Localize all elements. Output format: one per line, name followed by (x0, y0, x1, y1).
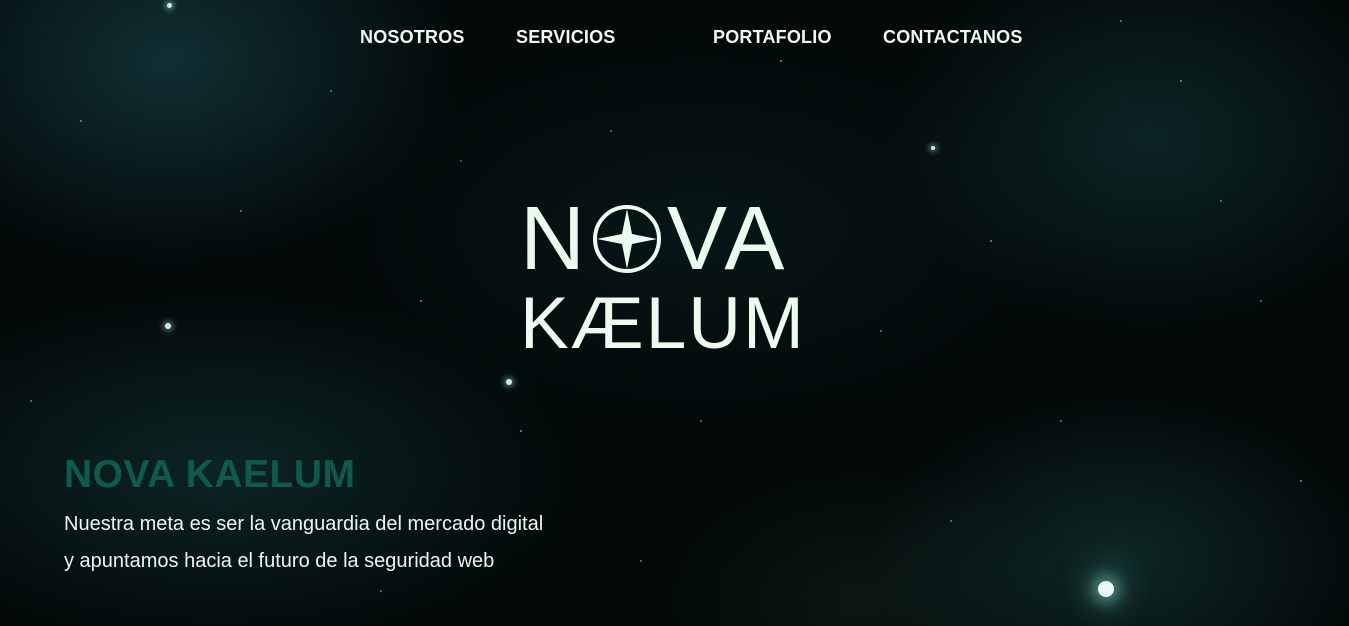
star (950, 520, 952, 522)
star (460, 160, 462, 162)
star (610, 130, 612, 132)
nav-link-portafolio[interactable]: PORTAFOLIO (713, 24, 832, 50)
logo-letter-n: N (520, 189, 589, 289)
star (30, 400, 32, 402)
star (520, 430, 522, 432)
hero-tagline-line-1: Nuestra meta es ser la vanguardia del me… (64, 513, 544, 535)
star (931, 146, 935, 150)
hero-headline: NOVA KAELUM (64, 453, 356, 496)
star (380, 590, 382, 592)
star (1180, 80, 1182, 82)
main-nav: NOSOTROS SERVICIOS PORTAFOLIO CONTACTANO… (0, 24, 1349, 50)
star (1098, 581, 1114, 597)
star (780, 60, 782, 62)
star (990, 240, 992, 242)
logo-line-kaelum: KÆLUM (520, 283, 806, 364)
star (1300, 480, 1302, 482)
star (167, 3, 172, 8)
star (1260, 300, 1262, 302)
star (1220, 200, 1222, 202)
logo-letters-va: VA (667, 189, 789, 289)
star (1120, 20, 1122, 22)
nova-kaelum-logo: N VA KÆLUM (520, 189, 830, 364)
nav-link-servicios[interactable]: SERVICIOS (516, 24, 616, 50)
logo-line-nova: N VA (520, 189, 789, 289)
star (420, 300, 422, 302)
star (80, 120, 82, 122)
hero-section: NOSOTROS SERVICIOS PORTAFOLIO CONTACTANO… (0, 0, 1349, 626)
star (240, 210, 242, 212)
star (880, 330, 882, 332)
star (506, 379, 512, 385)
star (165, 323, 171, 329)
compass-star-icon (593, 205, 661, 273)
nav-link-contactanos[interactable]: CONTACTANOS (883, 24, 1023, 50)
star (640, 560, 642, 562)
hero-tagline-line-2: y apuntamos hacia el futuro de la seguri… (64, 550, 495, 572)
nav-link-nosotros[interactable]: NOSOTROS (360, 24, 465, 50)
star (330, 90, 332, 92)
star (700, 420, 702, 422)
star (1060, 420, 1062, 422)
